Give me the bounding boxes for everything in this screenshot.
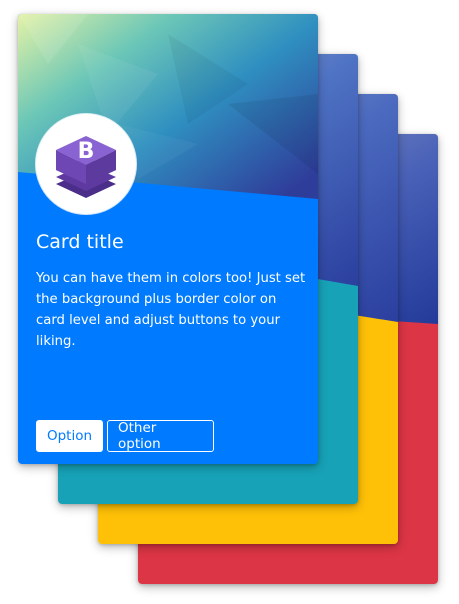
logo-circle: B — [36, 114, 136, 214]
other-option-button[interactable]: Other option — [107, 420, 214, 452]
card-actions: Option Other option — [36, 420, 214, 452]
card-title: Card title — [36, 231, 124, 253]
stacked-cards: B Card title You can have them in colors… — [0, 0, 459, 604]
bootstrap-logo-icon: B — [56, 136, 116, 198]
card-text: You can have them in colors too! Just se… — [36, 271, 306, 349]
option-button[interactable]: Option — [36, 420, 103, 452]
card-blue: B Card title You can have them in colors… — [18, 14, 318, 464]
svg-text:B: B — [78, 139, 95, 164]
card-body: Card title You can have them in colors t… — [36, 230, 308, 352]
